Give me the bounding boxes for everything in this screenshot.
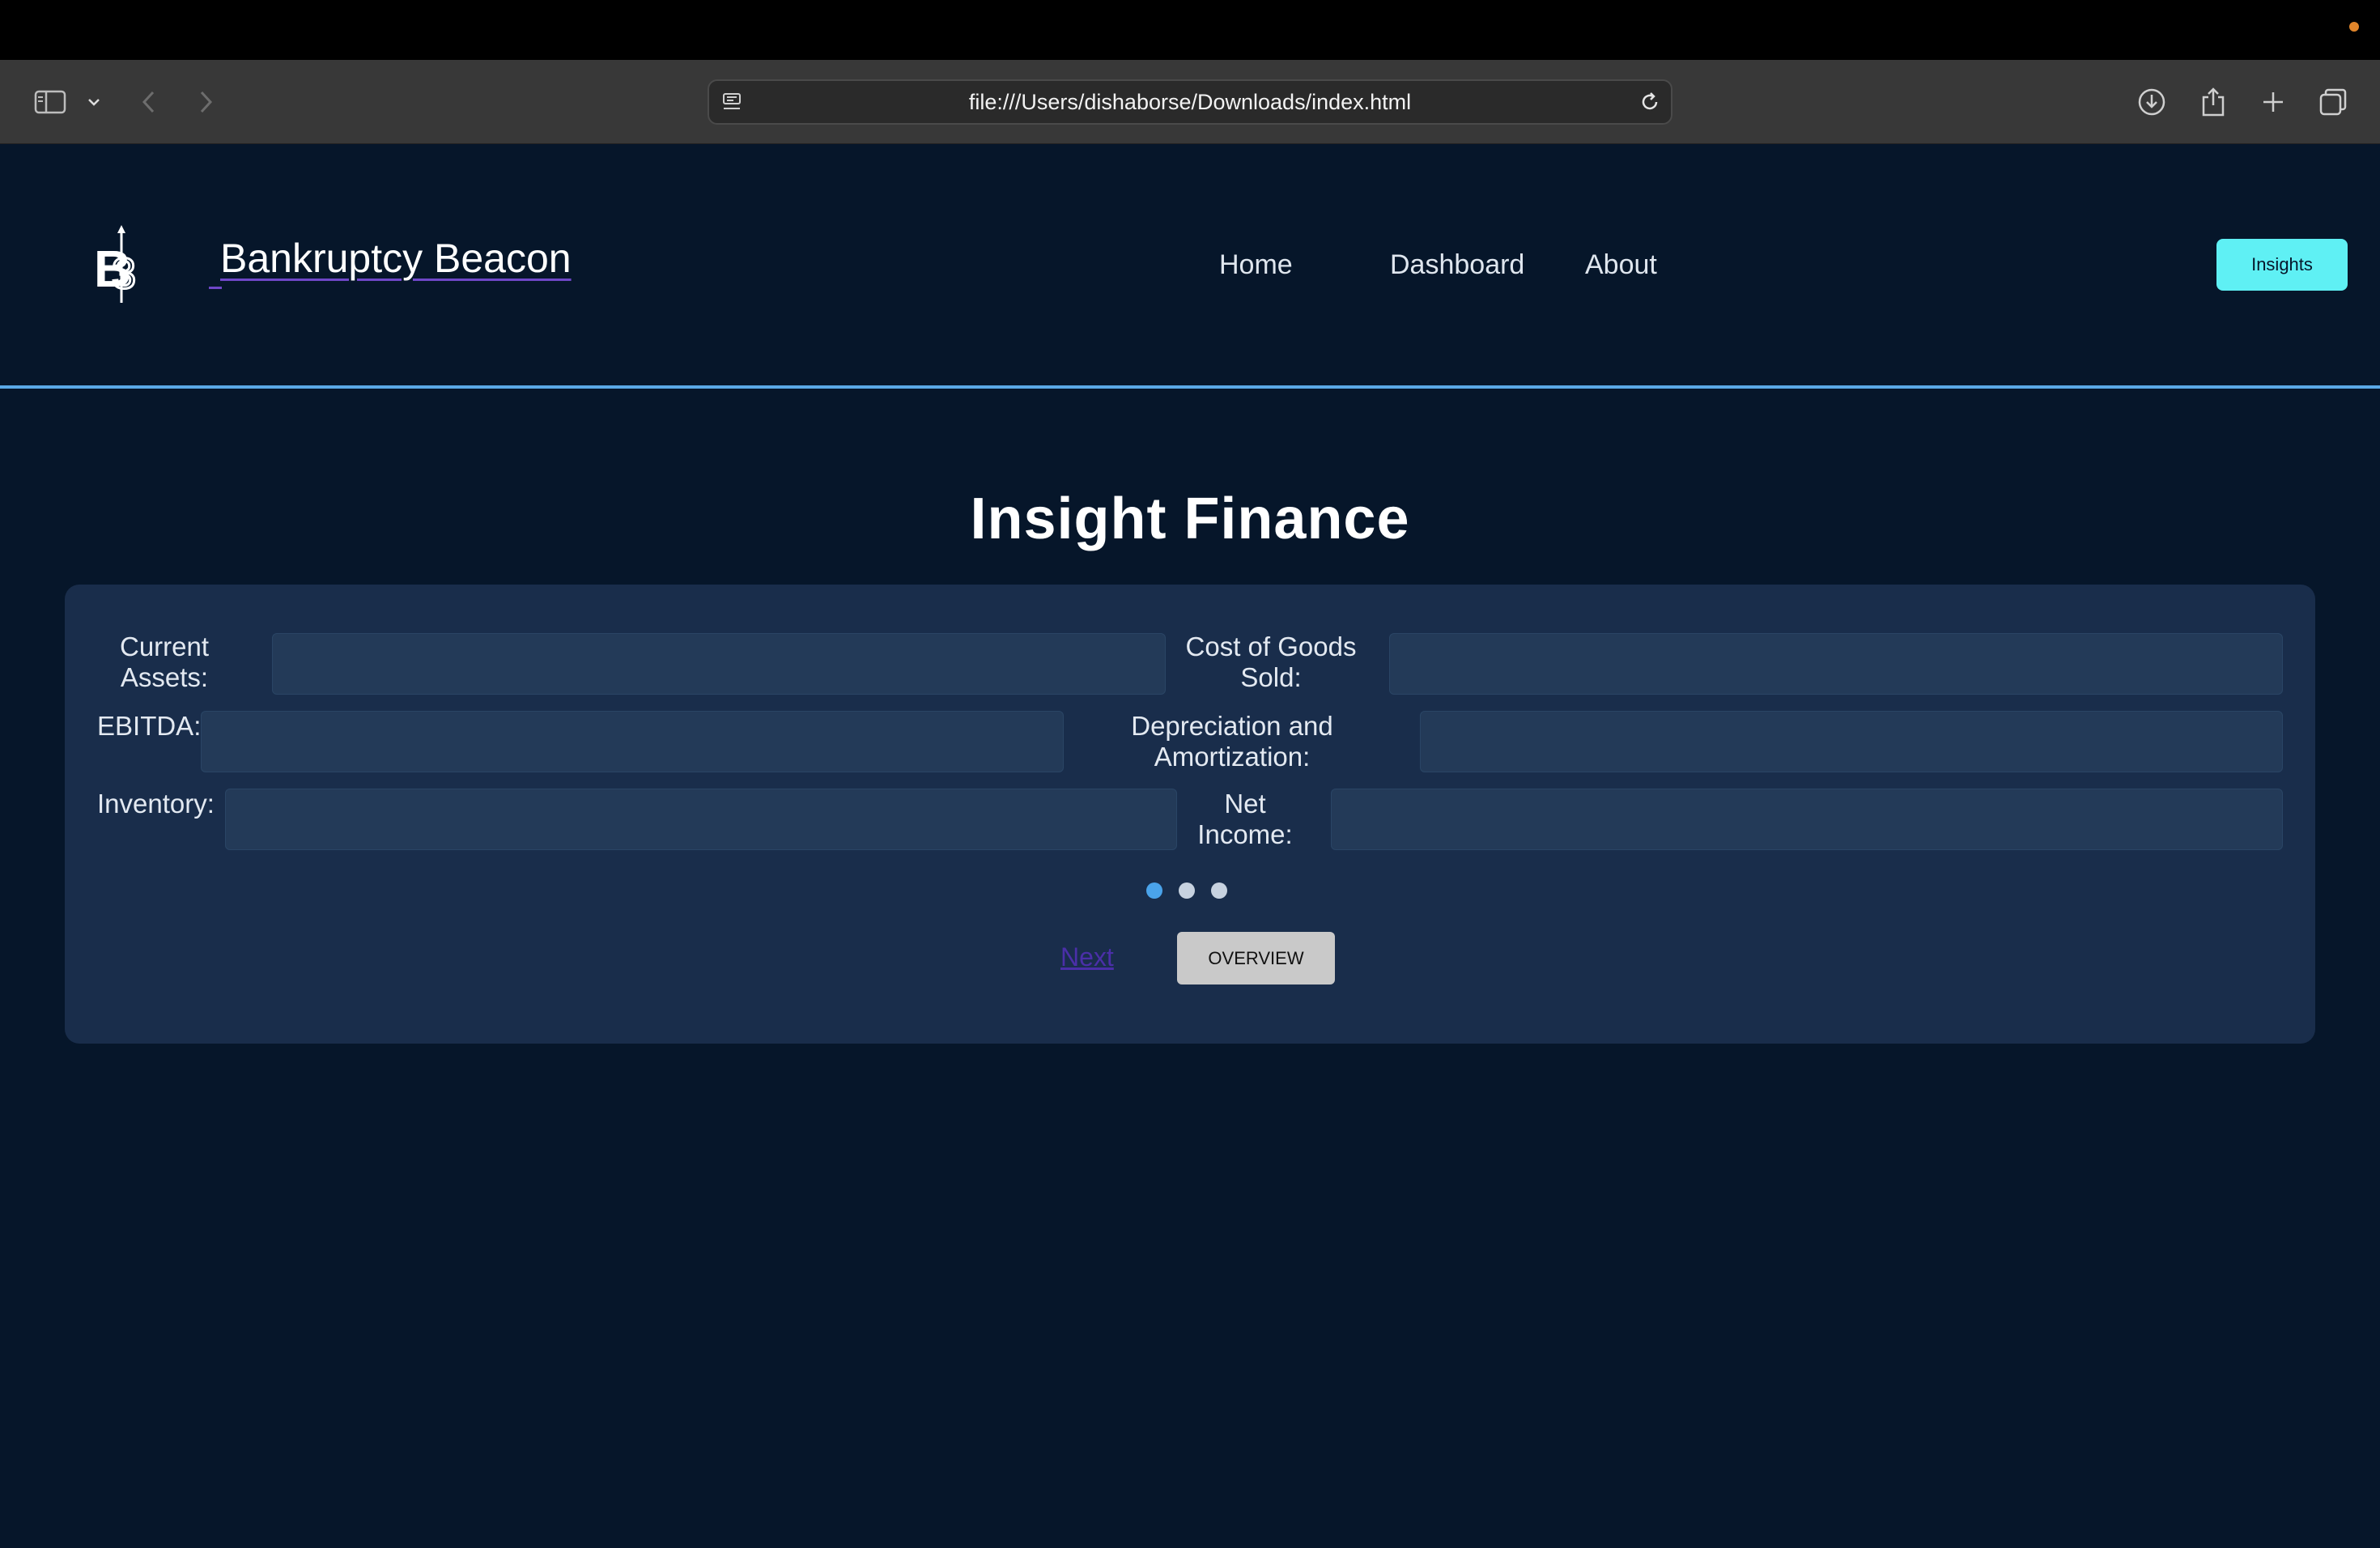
cost-of-goods-sold-input[interactable] (1389, 633, 2283, 695)
step-indicator (1146, 882, 1227, 899)
sidebar-toggle-icon[interactable] (31, 83, 70, 121)
browser-toolbar: file:///Users/dishaborse/Downloads/index… (0, 60, 2380, 144)
ebitda-label: EBITDA: (97, 711, 202, 741)
new-tab-icon[interactable] (2257, 83, 2289, 121)
inventory-input[interactable] (225, 789, 1177, 850)
depreciation-amortization-input[interactable] (1420, 711, 2283, 772)
label-line: Income: (1197, 819, 1293, 849)
site-header: B 3 Bankruptcy Beacon Home Dashboard Abo… (0, 144, 2380, 389)
back-arrow-icon[interactable] (136, 83, 162, 121)
step-dot-1[interactable] (1146, 882, 1162, 899)
reload-icon[interactable] (1638, 91, 1661, 117)
share-icon[interactable] (2197, 83, 2229, 121)
next-link[interactable]: Next (1060, 942, 1114, 972)
insights-button[interactable]: Insights (2216, 239, 2348, 291)
forward-arrow-icon[interactable] (193, 83, 219, 121)
current-assets-label: Current Assets: (120, 632, 209, 693)
download-icon[interactable] (2136, 83, 2168, 121)
label-line: Sold: (1240, 662, 1302, 692)
label-line: Net (1224, 789, 1266, 819)
step-dot-3[interactable] (1211, 882, 1227, 899)
net-income-label: Net Income: (1195, 789, 1295, 850)
svg-text:3: 3 (112, 249, 136, 298)
step-dot-2[interactable] (1179, 882, 1195, 899)
bankruptcy-beacon-logo[interactable]: B 3 (91, 225, 147, 306)
recording-indicator-icon (2349, 22, 2359, 32)
label-line: Current (120, 632, 210, 661)
address-bar[interactable]: file:///Users/dishaborse/Downloads/index… (708, 79, 1672, 125)
os-menu-bar (0, 0, 2380, 60)
depreciation-amortization-label: Depreciation and Amortization: (1119, 711, 1345, 772)
inventory-label: Inventory: (97, 789, 215, 819)
net-income-input[interactable] (1331, 789, 2283, 850)
brand-underline-accent (209, 287, 222, 289)
label-line: Assets: (120, 662, 209, 692)
nav-about[interactable]: About (1585, 249, 1657, 281)
tab-overview-icon[interactable] (2317, 83, 2349, 121)
page-title: Insight Finance (970, 487, 1410, 551)
overview-button[interactable]: OVERVIEW (1177, 932, 1335, 985)
ebitda-input[interactable] (201, 711, 1064, 772)
cost-of-goods-sold-label: Cost of Goods Sold: (1182, 632, 1360, 693)
label-line: Cost of Goods (1185, 632, 1357, 661)
current-assets-input[interactable] (272, 633, 1166, 695)
url-text[interactable]: file:///Users/dishaborse/Downloads/index… (709, 81, 1671, 123)
label-line: Amortization: (1154, 742, 1311, 772)
nav-dashboard[interactable]: Dashboard (1390, 249, 1524, 281)
chevron-down-icon[interactable] (84, 83, 104, 121)
label-line: Depreciation and (1131, 711, 1333, 741)
brand-link[interactable]: Bankruptcy Beacon (220, 235, 572, 282)
nav-home[interactable]: Home (1219, 249, 1293, 281)
